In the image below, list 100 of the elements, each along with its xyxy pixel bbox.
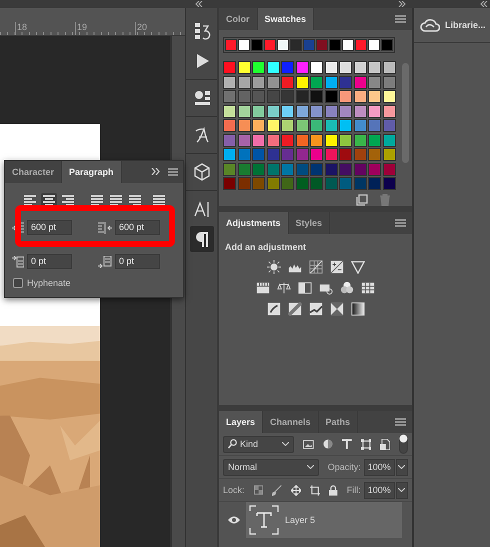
layer-row[interactable]: Layer 5 [246, 502, 402, 538]
color-swatch[interactable] [310, 76, 323, 88]
color-swatch[interactable] [252, 162, 265, 176]
color-swatch[interactable] [310, 119, 323, 132]
color-swatch[interactable] [310, 61, 323, 74]
color-swatch[interactable] [266, 177, 280, 190]
fill-field[interactable]: 100% [364, 482, 395, 498]
color-swatch[interactable] [281, 148, 294, 161]
selective-icon[interactable] [330, 302, 344, 316]
indent-field[interactable]: 600 pt [115, 220, 160, 235]
gradient-icon[interactable] [350, 302, 364, 316]
color-swatch[interactable] [310, 177, 323, 190]
color-swatch[interactable] [266, 162, 280, 176]
cube-icon[interactable] [192, 163, 210, 181]
half-square-icon[interactable] [298, 281, 312, 295]
color-swatch[interactable] [281, 119, 294, 132]
color-swatch[interactable] [354, 76, 366, 88]
color-swatch[interactable] [339, 61, 352, 74]
color-swatch[interactable] [238, 148, 250, 161]
color-swatch[interactable] [296, 162, 308, 176]
expand-icon[interactable] [398, 1, 406, 7]
character-icon[interactable] [192, 200, 210, 218]
color-swatch[interactable] [223, 177, 236, 190]
color-swatch[interactable] [296, 148, 308, 161]
color-swatch[interactable] [266, 119, 280, 132]
color-swatch[interactable] [238, 90, 250, 103]
color-swatch[interactable] [303, 39, 315, 51]
color-swatch[interactable] [339, 90, 352, 103]
color-swatch[interactable] [382, 134, 396, 146]
color-swatch[interactable] [252, 76, 265, 88]
color-swatch[interactable] [339, 177, 352, 190]
align-button[interactable] [89, 193, 105, 207]
color-swatch[interactable] [223, 134, 236, 146]
color-swatch[interactable] [310, 162, 323, 176]
color-swatch[interactable] [339, 76, 352, 88]
color-swatch[interactable] [252, 148, 265, 161]
color-swatch[interactable] [310, 134, 323, 146]
color-swatch[interactable] [238, 104, 250, 118]
color-swatch[interactable] [368, 90, 381, 103]
hyphenate-checkbox[interactable] [13, 278, 23, 288]
spacing-field[interactable]: 0 pt [27, 254, 72, 269]
align-button[interactable] [22, 193, 38, 207]
color-swatch[interactable] [252, 90, 265, 103]
collapse-icon[interactable] [480, 1, 488, 7]
color-swatch[interactable] [223, 90, 236, 103]
color-swatch[interactable] [238, 162, 250, 176]
color-swatch[interactable] [368, 39, 380, 51]
align-button[interactable] [60, 193, 76, 207]
triangle-icon[interactable] [350, 260, 364, 274]
color-swatch[interactable] [324, 76, 338, 88]
color-swatch[interactable] [281, 177, 294, 190]
align-button[interactable] [108, 193, 124, 207]
color-swatch[interactable] [382, 119, 396, 132]
color-swatch[interactable] [368, 134, 381, 146]
color-swatch[interactable] [238, 134, 250, 146]
color-swatch[interactable] [281, 76, 294, 88]
align-button[interactable] [127, 193, 143, 207]
align-button[interactable] [151, 193, 167, 207]
color-swatch[interactable] [266, 90, 280, 103]
color-swatch[interactable] [281, 134, 294, 146]
panel-tab[interactable]: Layers [219, 411, 264, 433]
color-swatch[interactable] [238, 177, 250, 190]
color-swatch[interactable] [354, 134, 366, 146]
color-swatch[interactable] [339, 148, 352, 161]
exposure-icon[interactable] [330, 260, 344, 274]
color-swatch[interactable] [223, 61, 236, 74]
color-swatch[interactable] [290, 39, 302, 51]
color-swatch[interactable] [223, 148, 236, 161]
color-swatch[interactable] [266, 76, 280, 88]
color-swatch[interactable] [252, 177, 265, 190]
color-swatch[interactable] [368, 76, 381, 88]
color-swatch[interactable] [238, 76, 250, 88]
blend-mode-dropdown[interactable]: Normal [223, 458, 319, 476]
color-swatch[interactable] [252, 104, 265, 118]
cloud-icon[interactable] [420, 18, 440, 32]
properties-icon[interactable] [192, 89, 210, 107]
menu-icon[interactable] [168, 168, 178, 176]
color-swatch[interactable] [281, 90, 294, 103]
color-swatch[interactable] [354, 61, 366, 74]
color-swatch[interactable] [296, 90, 308, 103]
color-swatch[interactable] [238, 39, 250, 51]
color-swatch[interactable] [266, 104, 280, 118]
color-swatch[interactable] [354, 104, 366, 118]
color-swatch[interactable] [354, 119, 366, 132]
color-swatch[interactable] [223, 119, 236, 132]
sun-icon[interactable] [266, 260, 280, 274]
color-swatch[interactable] [225, 39, 237, 51]
color-swatch[interactable] [310, 104, 323, 118]
panel-tab[interactable]: Paths [318, 411, 358, 433]
color-swatch[interactable] [238, 61, 250, 74]
color-swatch[interactable] [339, 104, 352, 118]
color-swatch[interactable] [324, 134, 338, 146]
threshold-icon[interactable] [308, 302, 322, 316]
color-swatch[interactable] [381, 39, 393, 51]
color-swatch[interactable] [238, 119, 250, 132]
color-swatch[interactable] [324, 90, 338, 103]
color-swatch[interactable] [266, 134, 280, 146]
color-swatch[interactable] [382, 104, 396, 118]
color-swatch[interactable] [342, 39, 354, 51]
dock-button[interactable] [190, 226, 214, 252]
